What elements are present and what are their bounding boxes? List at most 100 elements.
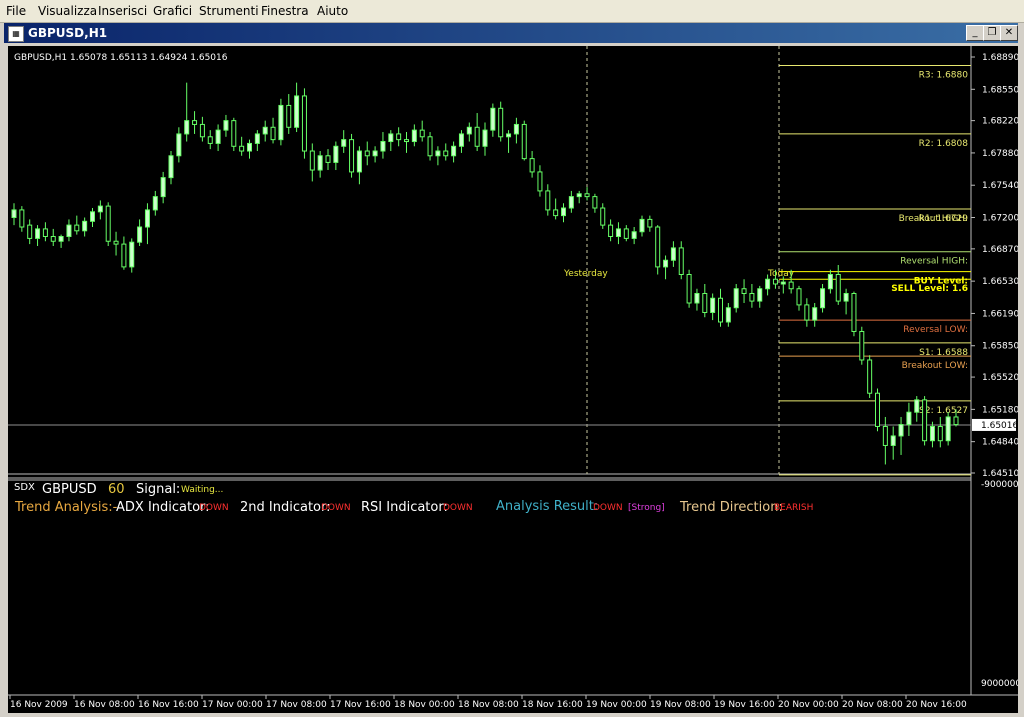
candle-body [655, 226, 661, 268]
trend-analysis-label: Trend Analysis:- [15, 500, 118, 515]
candle-body [757, 288, 763, 302]
candle-body [388, 133, 394, 143]
price-label: 1.65520 [982, 373, 1018, 383]
menu-file[interactable]: File [6, 4, 26, 18]
candle-body [435, 150, 441, 157]
candle-body [631, 231, 637, 239]
menu-inserisci[interactable]: Inserisci [98, 4, 147, 18]
candle-body [584, 193, 590, 198]
candle-body [294, 95, 300, 128]
price-label: 1.66530 [982, 277, 1018, 287]
candle-body [780, 281, 786, 285]
candle-body [66, 224, 72, 238]
price-label: 1.67540 [982, 181, 1018, 191]
time-label: 17 Nov 16:00 [330, 700, 391, 710]
candle-body [270, 126, 276, 141]
candle-body [898, 424, 904, 437]
menu-grafici[interactable]: Grafici [153, 4, 192, 18]
candle-body [231, 120, 237, 147]
candle-body [309, 150, 315, 171]
time-label: 20 Nov 16:00 [906, 700, 967, 710]
candle-body [152, 196, 158, 211]
analysis-result-value: DOWN [593, 503, 623, 513]
level-label: R1: 1.6729 [919, 214, 969, 224]
candle-body [443, 150, 449, 157]
minimize-button[interactable]: _ [966, 25, 984, 41]
candle-body [725, 307, 731, 323]
candle-body [561, 207, 566, 217]
price-label: 1.65180 [982, 405, 1018, 415]
time-label: 17 Nov 08:00 [266, 700, 327, 710]
candle-body [937, 425, 943, 442]
trend-direction-value: BEARISH [774, 503, 814, 513]
candle-body [262, 126, 268, 135]
candle-body [176, 133, 182, 157]
candle-body [812, 307, 818, 321]
candle-body [121, 243, 127, 268]
adx-label: ADX Indicator: [116, 500, 210, 515]
candle-body [741, 288, 747, 294]
menu-finestra[interactable]: Finestra [261, 4, 309, 18]
level-label: Reversal HIGH: [900, 257, 968, 267]
price-chart[interactable]: Yesterday Today R3: 1.6880 R2: 1.6808 Breako… [8, 46, 1018, 713]
candle-body [796, 288, 802, 306]
candle-body [474, 126, 480, 147]
candle-body [553, 209, 559, 217]
chart-area[interactable]: Yesterday Today R3: 1.6880 R2: 1.6808 Breako… [8, 46, 1018, 713]
time-label: 16 Nov 08:00 [74, 700, 135, 710]
price-label: 1.68550 [982, 85, 1018, 95]
candle-body [97, 205, 103, 213]
candle-body [529, 158, 535, 173]
candle-body [184, 120, 190, 135]
price-label: 1.66190 [982, 309, 1018, 319]
candle-body [851, 292, 857, 332]
level-label: SELL Level: 1.6 [891, 284, 968, 294]
candle-body [239, 145, 245, 152]
candle-body [843, 292, 849, 302]
analysis-result-label: Analysis Result: [496, 499, 599, 514]
level-label: R2: 1.6808 [919, 139, 969, 149]
candle-body [301, 95, 307, 152]
candle-body [27, 224, 33, 239]
candle-body [537, 171, 543, 192]
candle-body [396, 133, 402, 141]
time-label: 16 Nov 2009 [10, 700, 68, 710]
price-label: 1.68890 [982, 53, 1018, 63]
candle-body [482, 129, 488, 147]
close-button[interactable]: ✕ [1000, 25, 1018, 41]
time-label: 18 Nov 00:00 [394, 700, 455, 710]
level-label: Reversal LOW: [903, 325, 968, 335]
candle-body [867, 359, 873, 394]
level-label: Breakout LOW: [902, 361, 968, 371]
rsi-label: RSI Indicator: [361, 500, 448, 515]
price-label: 1.64840 [982, 438, 1018, 448]
candle-body [458, 133, 464, 147]
menu-visualizza[interactable]: Visualizza [38, 4, 97, 18]
indicator-symbol: GBPUSD [42, 482, 97, 497]
chart-window-icon: ▦ [8, 26, 24, 42]
candle-body [278, 104, 284, 141]
candle-body [914, 399, 920, 413]
candle-body [254, 133, 260, 144]
candle-body [380, 141, 386, 152]
candle-body [615, 228, 621, 238]
candle-body [58, 236, 64, 242]
candle-body [647, 218, 653, 228]
indicator-scale-bottom: 9000000 [981, 679, 1018, 689]
candle-body [663, 259, 669, 268]
candle-body [670, 247, 676, 261]
candle-body [11, 209, 17, 219]
signal-value: Waiting... [181, 485, 224, 495]
candle-body [419, 129, 425, 138]
menu-strumenti[interactable]: Strumenti [199, 4, 259, 18]
time-label: 17 Nov 00:00 [202, 700, 263, 710]
price-label: 1.68220 [982, 117, 1018, 127]
time-label: 18 Nov 08:00 [458, 700, 519, 710]
chart-window-titlebar[interactable]: ▦ GBPUSD,H1 _ ❐ ✕ [4, 23, 1018, 43]
candle-body [804, 304, 810, 321]
candle-body [686, 273, 692, 304]
menu-aiuto[interactable]: Aiuto [317, 4, 348, 18]
candle-body [710, 297, 716, 313]
restore-button[interactable]: ❐ [983, 25, 1001, 41]
candle-body [922, 399, 928, 442]
